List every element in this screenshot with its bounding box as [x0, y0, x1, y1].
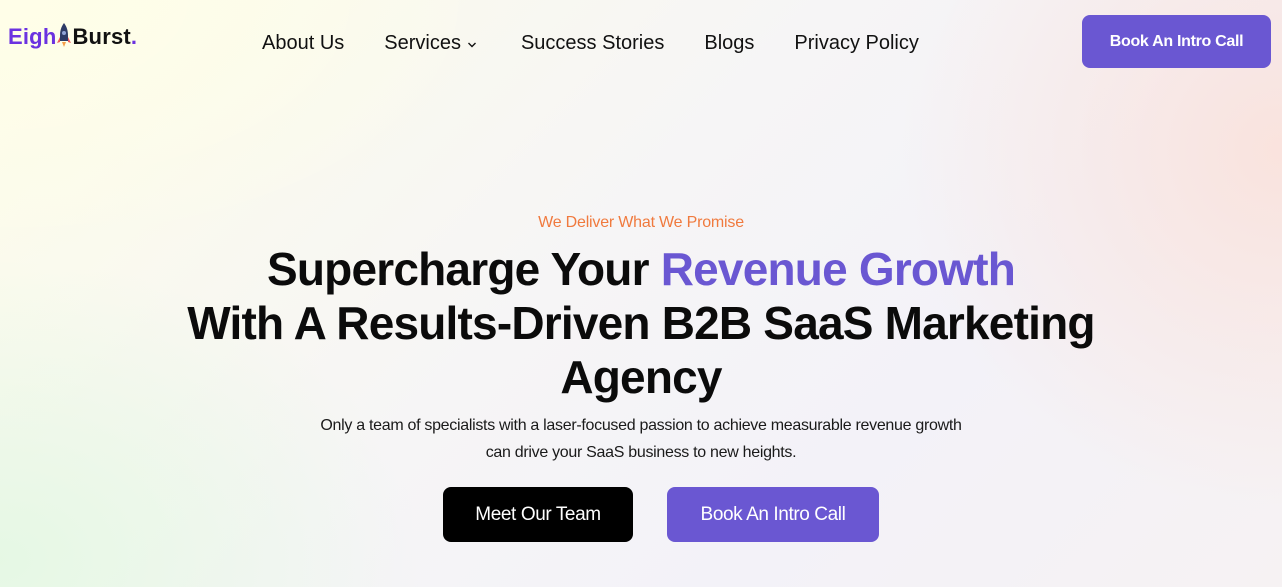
nav-item-services[interactable]: Services: [384, 32, 477, 55]
nav-item-label: Success Stories: [520, 32, 665, 54]
nav-item-privacy-policy[interactable]: Privacy Policy: [794, 32, 918, 55]
headline-accent: Revenue Growth: [660, 243, 1016, 295]
nav-item-label: Privacy Policy: [794, 32, 919, 54]
chevron-down-icon: [467, 32, 477, 55]
nav-item-label: About Us: [262, 32, 345, 54]
nav-item-about-us[interactable]: About Us: [262, 32, 344, 55]
meet-our-team-button[interactable]: Meet Our Team: [443, 487, 633, 542]
headline-line3: Agency: [560, 351, 722, 403]
header-book-intro-call-button[interactable]: Book An Intro Call: [1082, 15, 1271, 68]
main-nav: About Us Services Success Stories Blogs …: [262, 32, 919, 55]
logo[interactable]: Eigh Burst .: [8, 22, 137, 52]
nav-item-label: Blogs: [704, 32, 755, 54]
hero-subtext: Only a team of specialists with a laser-…: [0, 412, 1282, 466]
subtext-line2: can drive your SaaS business to new heig…: [485, 444, 797, 461]
nav-item-success-stories[interactable]: Success Stories: [521, 32, 664, 55]
hero-section: We Deliver What We Promise Supercharge Y…: [0, 214, 1282, 466]
hero-cta-group: Meet Our Team Book An Intro Call: [443, 487, 879, 542]
hero-book-intro-call-button[interactable]: Book An Intro Call: [667, 487, 879, 542]
hero-tagline: We Deliver What We Promise: [538, 214, 744, 231]
nav-item-label: Services: [384, 32, 461, 54]
rocket-icon: [56, 22, 72, 52]
nav-item-blogs[interactable]: Blogs: [704, 32, 754, 55]
logo-dot: .: [130, 24, 138, 49]
hero-headline: Supercharge Your Revenue Growth With A R…: [0, 242, 1282, 404]
logo-text-eigh: Eigh: [8, 24, 57, 49]
subtext-line1: Only a team of specialists with a laser-…: [320, 417, 962, 434]
headline-part1: Supercharge Your: [266, 243, 661, 295]
logo-text-burst: Burst: [72, 24, 131, 49]
headline-line2: With A Results-Driven B2B SaaS Marketing: [187, 297, 1095, 349]
